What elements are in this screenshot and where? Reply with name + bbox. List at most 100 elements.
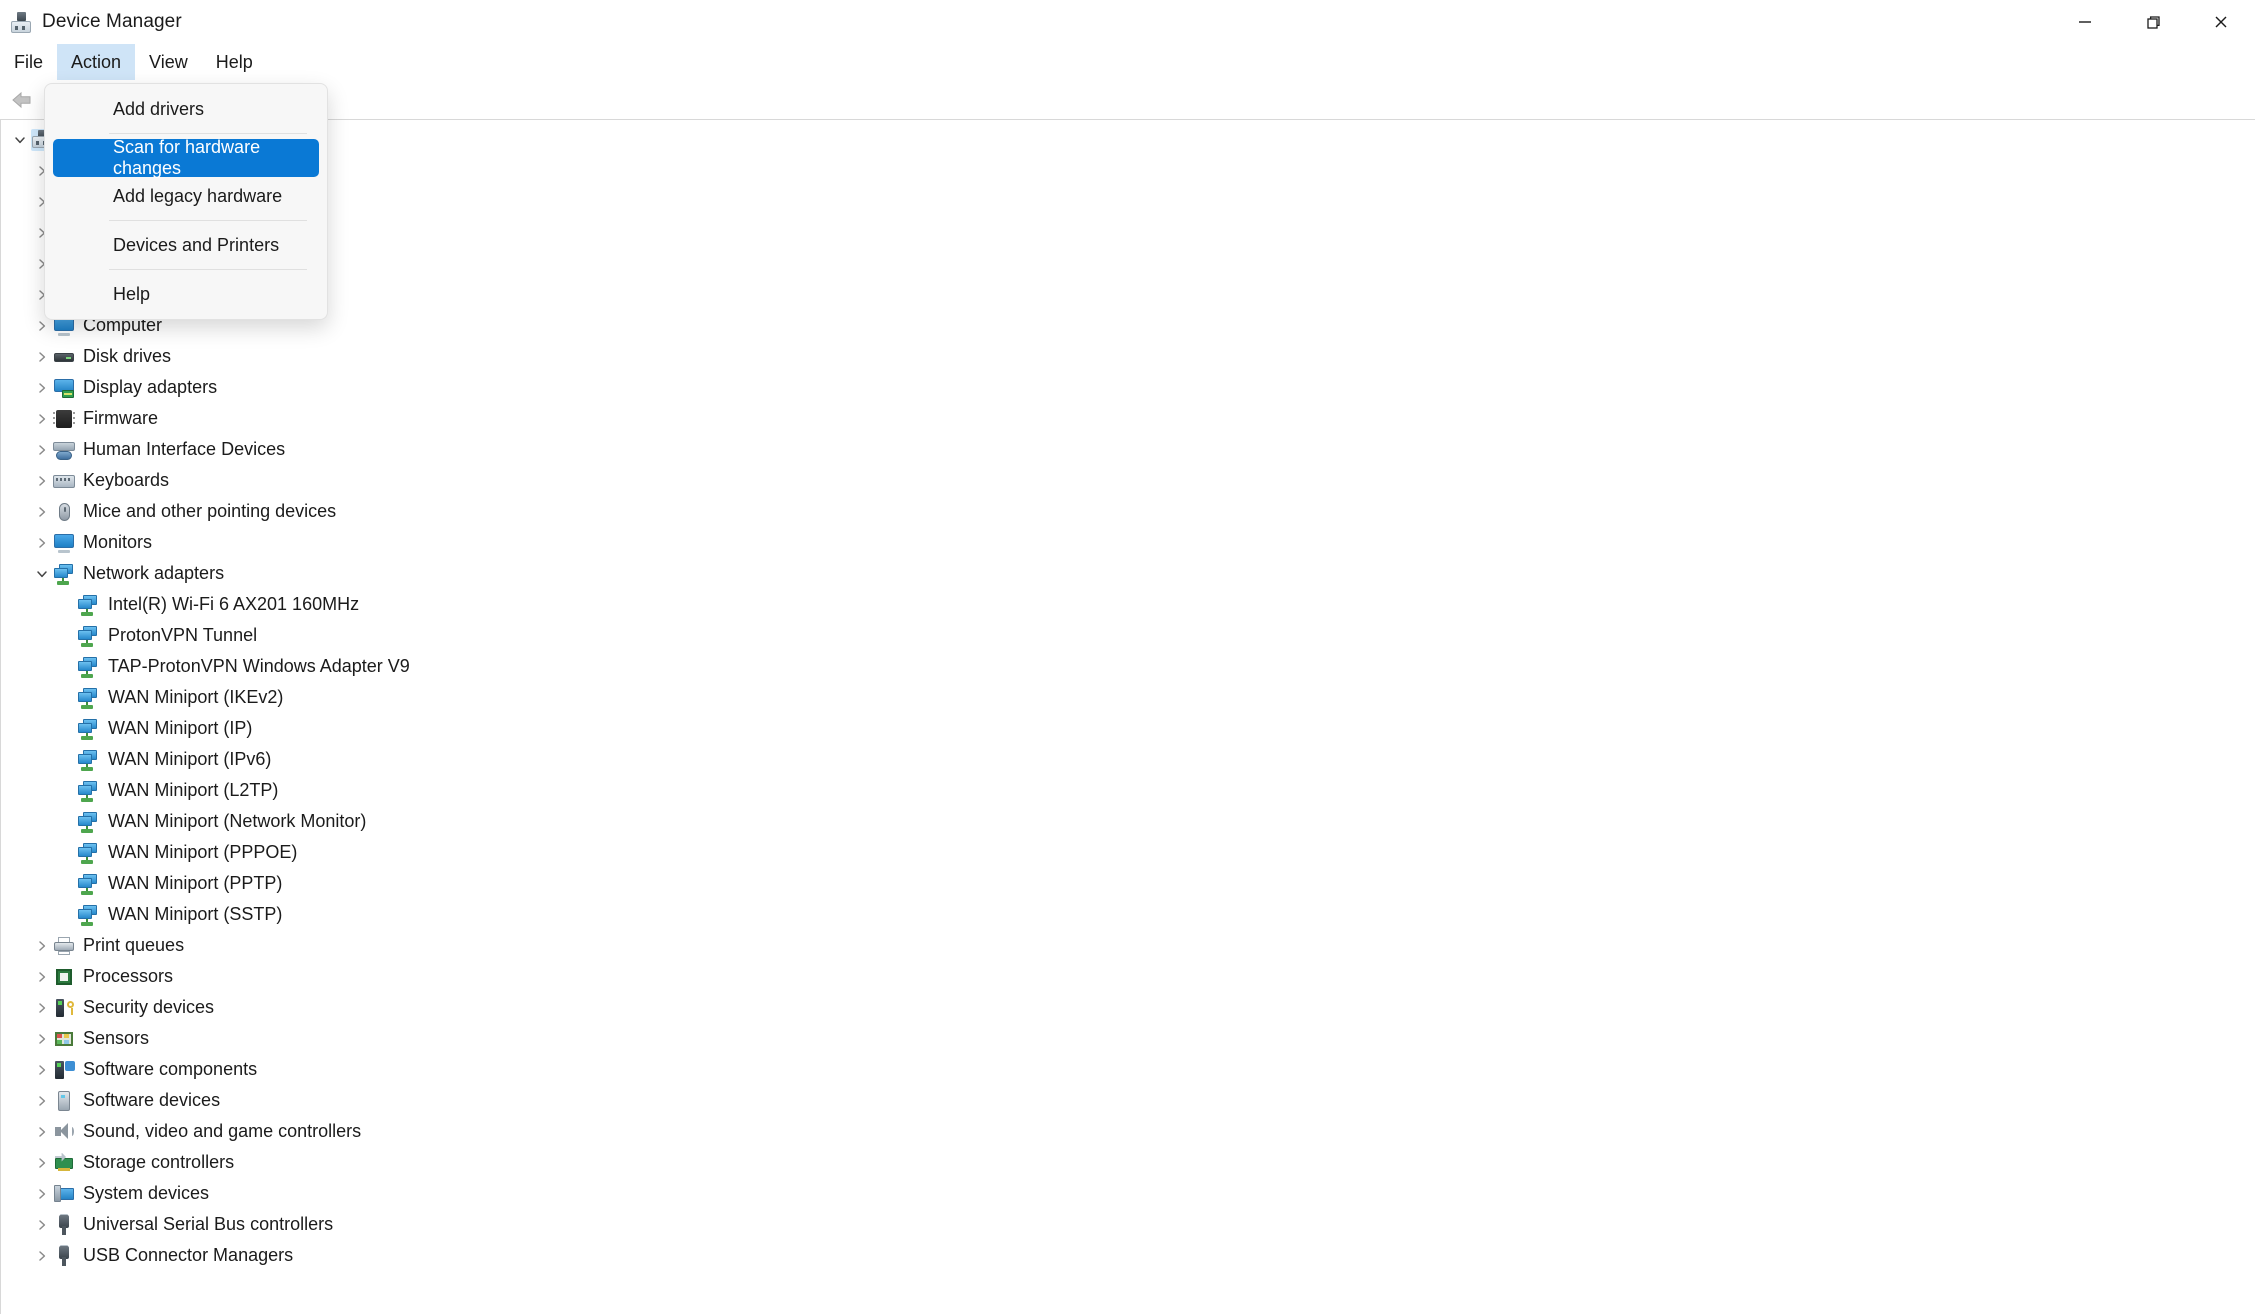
chevron-right-icon[interactable] bbox=[31, 465, 53, 496]
tree-item-label: TAP-ProtonVPN Windows Adapter V9 bbox=[108, 656, 410, 676]
tree-item-firmware[interactable]: Firmware bbox=[1, 403, 2255, 434]
tree-item-label: Display adapters bbox=[83, 377, 218, 397]
menu-item-devices-and-printers[interactable]: Devices and Printers bbox=[53, 226, 319, 264]
chevron-down-icon[interactable] bbox=[9, 124, 31, 155]
tree-item-system-devices[interactable]: System devices bbox=[1, 1178, 2255, 1209]
chevron-down-icon[interactable] bbox=[31, 558, 53, 589]
tree-row-hidden[interactable] bbox=[1, 155, 2255, 186]
chevron-right-icon[interactable] bbox=[31, 341, 53, 372]
system-device-icon bbox=[53, 1183, 75, 1205]
chevron-right-icon[interactable] bbox=[31, 527, 53, 558]
tree-item-label: Network adapters bbox=[83, 563, 225, 583]
tree-item-label: Intel(R) Wi-Fi 6 AX201 160MHz bbox=[108, 594, 360, 614]
menu-item-add-legacy-hardware[interactable]: Add legacy hardware bbox=[53, 177, 319, 215]
chevron-right-icon[interactable] bbox=[31, 930, 53, 961]
tree-item-display-adapters[interactable]: Display adapters bbox=[1, 372, 2255, 403]
tree-child-item[interactable]: WAN Miniport (L2TP) bbox=[1, 775, 2255, 806]
menu-view[interactable]: View bbox=[135, 44, 202, 80]
minimize-button[interactable] bbox=[2051, 0, 2119, 44]
tree-item-sound-video-game-controllers[interactable]: Sound, video and game controllers bbox=[1, 1116, 2255, 1147]
software-device-icon bbox=[53, 1090, 75, 1112]
tree-row-hidden[interactable] bbox=[1, 217, 2255, 248]
chevron-right-icon[interactable] bbox=[31, 1023, 53, 1054]
display-adapter-icon bbox=[53, 377, 75, 399]
tree-child-item[interactable]: WAN Miniport (Network Monitor) bbox=[1, 806, 2255, 837]
chevron-right-icon[interactable] bbox=[31, 434, 53, 465]
tree-child-item[interactable]: Intel(R) Wi-Fi 6 AX201 160MHz bbox=[1, 589, 2255, 620]
tree-item-human-interface-devices[interactable]: Human Interface Devices bbox=[1, 434, 2255, 465]
hid-icon bbox=[53, 439, 75, 461]
window-controls bbox=[2051, 0, 2255, 44]
chevron-right-icon[interactable] bbox=[31, 1178, 53, 1209]
close-button[interactable] bbox=[2187, 0, 2255, 44]
menu-action[interactable]: Action bbox=[57, 44, 136, 80]
tree-child-item[interactable]: ProtonVPN Tunnel bbox=[1, 620, 2255, 651]
tree-item-print-queues[interactable]: Print queues bbox=[1, 930, 2255, 961]
sound-icon bbox=[53, 1121, 75, 1143]
tree-root-node[interactable] bbox=[1, 124, 2255, 155]
tree-row-hidden[interactable] bbox=[1, 186, 2255, 217]
tree-item-storage-controllers[interactable]: Storage controllers bbox=[1, 1147, 2255, 1178]
restore-button[interactable] bbox=[2119, 0, 2187, 44]
network-adapter-icon bbox=[77, 780, 99, 802]
network-adapter-icon bbox=[77, 873, 99, 895]
tree-item-disk-drives[interactable]: Disk drives bbox=[1, 341, 2255, 372]
menu-file[interactable]: File bbox=[0, 44, 57, 80]
tree-child-item[interactable]: TAP-ProtonVPN Windows Adapter V9 bbox=[1, 651, 2255, 682]
menu-item-help[interactable]: Help bbox=[53, 275, 319, 313]
menu-item-add-drivers[interactable]: Add drivers bbox=[53, 90, 319, 128]
tree-item-mice-and-other-pointing-devices[interactable]: Mice and other pointing devices bbox=[1, 496, 2255, 527]
tree-item-security-devices[interactable]: Security devices bbox=[1, 992, 2255, 1023]
tree-item-usb-connector-managers[interactable]: USB Connector Managers bbox=[1, 1240, 2255, 1271]
chevron-right-icon[interactable] bbox=[31, 403, 53, 434]
chevron-right-icon[interactable] bbox=[31, 1240, 53, 1271]
tree-item-label: Software components bbox=[83, 1059, 258, 1079]
tree-item-label: Sensors bbox=[83, 1028, 150, 1048]
chevron-right-icon[interactable] bbox=[31, 1085, 53, 1116]
tree-item-label: WAN Miniport (IP) bbox=[108, 718, 253, 738]
chevron-right-icon[interactable] bbox=[31, 992, 53, 1023]
chevron-right-icon[interactable] bbox=[31, 1116, 53, 1147]
tree-item-label: USB Connector Managers bbox=[83, 1245, 294, 1265]
tree-child-item[interactable]: WAN Miniport (PPPOE) bbox=[1, 837, 2255, 868]
tree-row-hidden[interactable] bbox=[1, 279, 2255, 310]
chevron-right-icon[interactable] bbox=[31, 372, 53, 403]
tree-item-software-components[interactable]: Software components bbox=[1, 1054, 2255, 1085]
tree-child-item[interactable]: WAN Miniport (SSTP) bbox=[1, 899, 2255, 930]
network-adapter-icon bbox=[53, 563, 75, 585]
tree-item-computer[interactable]: Computer bbox=[1, 310, 2255, 341]
tree-child-item[interactable]: WAN Miniport (IP) bbox=[1, 713, 2255, 744]
tree-item-keyboards[interactable]: Keyboards bbox=[1, 465, 2255, 496]
usb-icon bbox=[53, 1244, 75, 1267]
device-tree[interactable]: Computer Disk drives Display adapters Fi… bbox=[0, 120, 2255, 1314]
tree-item-processors[interactable]: Processors bbox=[1, 961, 2255, 992]
tree-item-sensors[interactable]: Sensors bbox=[1, 1023, 2255, 1054]
tree-child-item[interactable]: WAN Miniport (IKEv2) bbox=[1, 682, 2255, 713]
printer-icon bbox=[53, 935, 75, 957]
chevron-right-icon[interactable] bbox=[31, 1209, 53, 1240]
sensor-icon bbox=[53, 1028, 75, 1050]
tree-item-label: WAN Miniport (SSTP) bbox=[108, 904, 283, 924]
tree-row-hidden[interactable] bbox=[1, 248, 2255, 279]
menu-separator bbox=[109, 133, 307, 134]
tree-item-label: WAN Miniport (IKEv2) bbox=[108, 687, 284, 707]
tree-item-monitors[interactable]: Monitors bbox=[1, 527, 2255, 558]
tree-item-software-devices[interactable]: Software devices bbox=[1, 1085, 2255, 1116]
tree-item-label: WAN Miniport (L2TP) bbox=[108, 780, 279, 800]
tree-child-item[interactable]: WAN Miniport (IPv6) bbox=[1, 744, 2255, 775]
tree-item-label: WAN Miniport (PPTP) bbox=[108, 873, 283, 893]
tree-item-universal-serial-bus-controllers[interactable]: Universal Serial Bus controllers bbox=[1, 1209, 2255, 1240]
menu-item-scan-for-hardware-changes[interactable]: Scan for hardware changes bbox=[53, 137, 319, 178]
action-menu-popup[interactable]: Add drivers Scan for hardware changes Ad… bbox=[44, 83, 328, 320]
chevron-right-icon[interactable] bbox=[31, 961, 53, 992]
chevron-right-icon[interactable] bbox=[31, 1054, 53, 1085]
chevron-right-icon[interactable] bbox=[31, 496, 53, 527]
toolbar bbox=[0, 80, 2255, 120]
menu-help[interactable]: Help bbox=[202, 44, 267, 80]
usb-icon bbox=[53, 1213, 75, 1236]
tree-child-item[interactable]: WAN Miniport (PPTP) bbox=[1, 868, 2255, 899]
chevron-right-icon[interactable] bbox=[31, 1147, 53, 1178]
network-adapter-icon bbox=[77, 687, 99, 709]
tree-item-network-adapters[interactable]: Network adapters bbox=[1, 558, 2255, 589]
back-arrow-icon[interactable] bbox=[6, 83, 40, 117]
